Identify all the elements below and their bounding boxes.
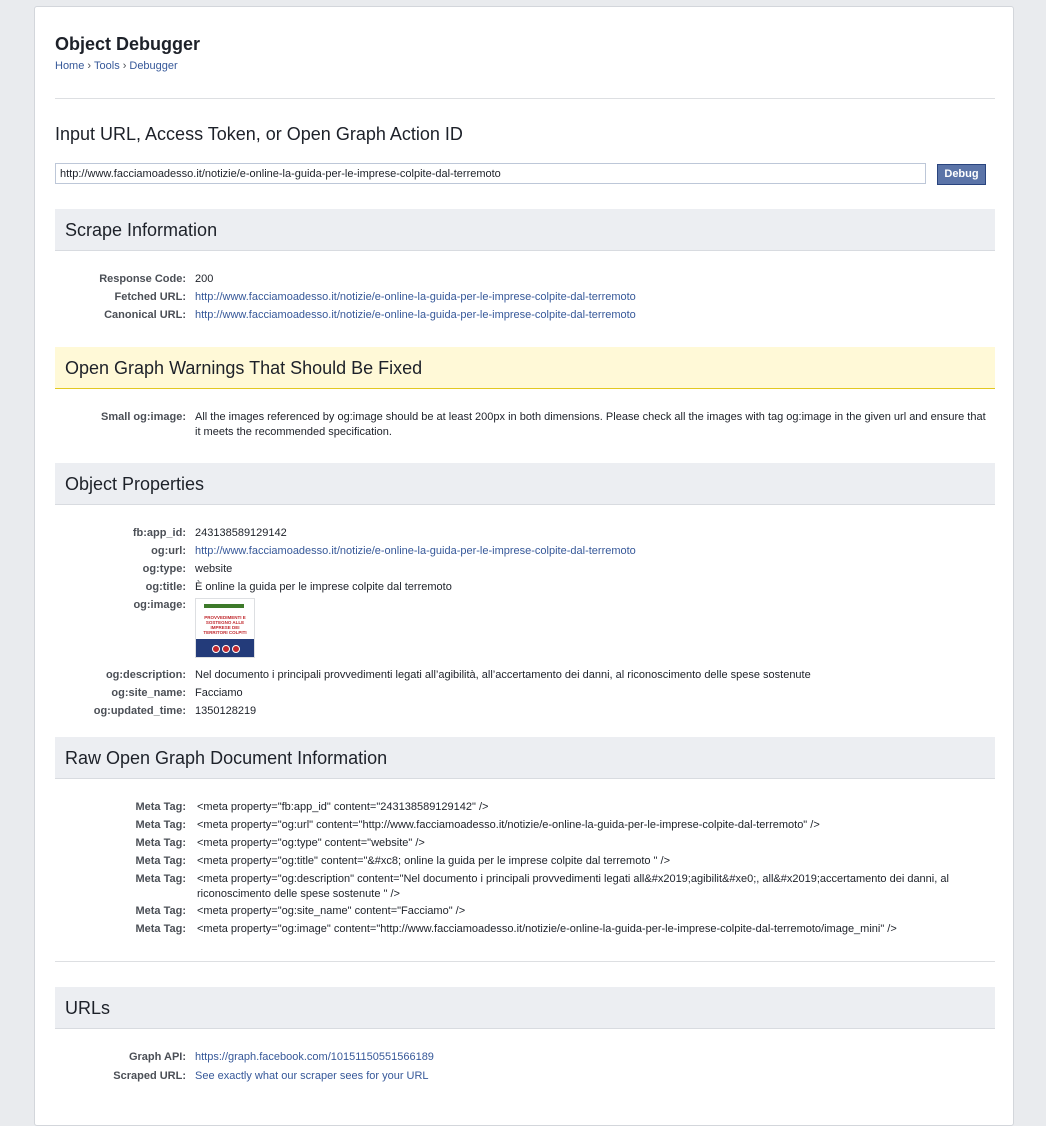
page-title: Object Debugger [55,34,201,54]
section-og-warnings: Open Graph Warnings That Should Be Fixed [55,347,995,389]
debug-button[interactable]: Debug [937,164,986,185]
row-key: og:url: [151,545,186,557]
row-key: Meta Tag: [135,837,186,849]
row-value: Facciamo [195,687,243,699]
breadcrumb-home[interactable]: Home [55,60,84,72]
section-object-properties: Object Properties [55,463,995,505]
row-value: <meta property="og:description" content=… [197,873,949,900]
row-key: Small og:image: [101,411,186,423]
row-key: Meta Tag: [135,801,186,813]
row-key: Meta Tag: [135,905,186,917]
row-key: Meta Tag: [135,923,186,935]
row-key: og:title: [145,581,186,593]
row-key: fb:app_id: [132,527,186,539]
row-key: Canonical URL: [104,309,186,321]
thumbnail-dot [232,645,240,653]
row-value: <meta property="og:title" content="&#xc8… [197,855,670,867]
row-value: <meta property="og:site_name" content="F… [197,905,466,917]
row-value: website [195,563,233,575]
thumbnail-dot [222,645,230,653]
row-value: È online la guida per le imprese colpite… [195,581,452,593]
row-key: Meta Tag: [135,855,186,867]
row-key: Meta Tag: [135,873,186,885]
row-value: <meta property="fb:app_id" content="2431… [197,801,489,813]
row-key: og:site_name: [111,687,186,699]
row-key: Graph API: [128,1051,186,1063]
section-scrape-information: Scrape Information [55,209,995,251]
url-input[interactable] [55,163,926,184]
thumbnail-caption: PROVVEDIMENTI E SOSTEGNO ALLE IMPRESE DE… [203,615,247,635]
row-value: <meta property="og:type" content="websit… [197,837,425,849]
breadcrumb-tools[interactable]: Tools [94,60,120,72]
og-image-thumbnail[interactable]: PROVVEDIMENTI E SOSTEGNO ALLE IMPRESE DE… [195,598,255,658]
section-raw-og-document: Raw Open Graph Document Information [55,737,995,779]
breadcrumb-separator: › [87,60,92,72]
row-key: Fetched URL: [114,291,187,303]
logo-strip [204,604,244,608]
breadcrumb-separator: › [122,60,127,72]
breadcrumb-debugger[interactable]: Debugger [129,60,177,72]
breadcrumb: Home › Tools › Debugger [55,60,178,72]
row-value: <meta property="og:url" content="http://… [197,819,820,831]
divider [55,98,995,99]
row-value: 243138589129142 [195,527,287,539]
row-key: og:image: [133,599,186,611]
row-key: Scraped URL: [113,1070,186,1082]
divider [55,961,995,962]
row-value: Nel documento i principali provvedimenti… [195,669,811,681]
canonical-url-link[interactable]: http://www.facciamoadesso.it/notizie/e-o… [195,308,993,323]
row-value: 1350128219 [195,705,257,717]
og-url-link[interactable]: http://www.facciamoadesso.it/notizie/e-o… [195,544,993,559]
row-key: og:type: [142,563,186,575]
debugger-card: Object Debugger Home › Tools › Debugger Inpu… [34,6,1014,1126]
row-value: All the images referenced by og:image sh… [195,411,986,438]
row-value: <meta property="og:image" content="http:… [197,923,897,935]
row-value: 200 [195,273,214,285]
row-key: Meta Tag: [135,819,186,831]
scraped-url-link[interactable]: See exactly what our scraper sees for yo… [195,1069,993,1084]
thumbnail-dot [212,645,220,653]
section-urls: URLs [55,987,995,1029]
row-key: og:updated_time: [93,705,186,717]
row-key: og:description: [105,669,186,681]
row-key: Response Code: [99,273,186,285]
fetched-url-link[interactable]: http://www.facciamoadesso.it/notizie/e-o… [195,290,993,305]
graph-api-link[interactable]: https://graph.facebook.com/1015115055156… [195,1050,993,1065]
input-label: Input URL, Access Token, or Open Graph A… [55,124,463,144]
